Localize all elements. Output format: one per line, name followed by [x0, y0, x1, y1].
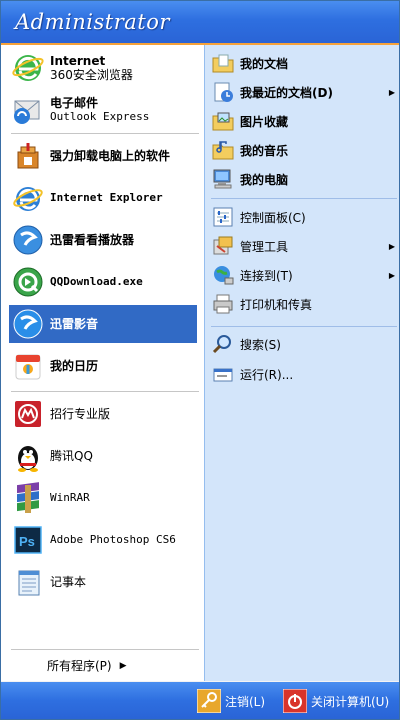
pinned-internet-sub: 360安全浏览器 — [50, 68, 133, 82]
key-icon — [197, 689, 221, 713]
place-my-documents[interactable]: 我的文档 — [211, 50, 397, 76]
tool-search[interactable]: 搜索(S) — [211, 331, 397, 357]
all-programs-button[interactable]: 所有程序(P) ▶ — [47, 657, 127, 674]
logoff-button[interactable]: 注销(L) — [197, 688, 265, 714]
system-admin-tools[interactable]: 管理工具 ▶ — [211, 233, 397, 259]
recent-xunlei-kankan-label: 迅雷看看播放器 — [50, 233, 135, 247]
system-control-panel[interactable]: 控制面板(C) — [211, 204, 397, 230]
tool-search-label: 搜索(S) — [240, 337, 281, 352]
printer-icon — [211, 292, 235, 316]
more-photoshop[interactable]: Ps Adobe Photoshop CS6 — [9, 521, 197, 559]
admin-tools-icon — [211, 234, 235, 258]
separator — [211, 326, 397, 327]
all-programs-label: 所有程序(P) — [47, 659, 112, 673]
pinned-email-sub: Outlook Express — [50, 110, 150, 123]
connect-to-icon — [211, 263, 235, 287]
separator — [11, 391, 199, 392]
ie-icon — [11, 181, 45, 215]
system-printers[interactable]: 打印机和传真 — [211, 291, 397, 317]
ie-green-icon — [11, 51, 45, 85]
more-cmb-label: 招行专业版 — [50, 407, 111, 421]
svg-text:Ps: Ps — [19, 534, 35, 549]
place-my-music[interactable]: 我的音乐 — [211, 137, 397, 163]
my-computer-icon — [211, 167, 235, 191]
pinned-email[interactable]: 电子邮件 Outlook Express — [9, 91, 197, 129]
recent-xunlei-yingyin-label: 迅雷影音 — [50, 317, 99, 331]
notepad-icon — [11, 565, 45, 599]
right-pane: 我的文档 我最近的文档(D) ▶ 图片收藏 我的音乐 我的电脑 控制面板(C) … — [204, 45, 399, 681]
recent-calendar-label: 我的日历 — [50, 359, 99, 373]
qqdownload-icon — [11, 265, 45, 299]
chevron-right-icon: ▶ — [388, 241, 395, 251]
more-notepad[interactable]: 记事本 — [9, 563, 197, 601]
cmb-icon — [11, 397, 45, 431]
more-qq[interactable]: 腾讯QQ — [9, 437, 197, 475]
place-my-computer-label: 我的电脑 — [240, 172, 289, 187]
start-menu-footer: 注销(L) 关闭计算机(U) — [1, 681, 399, 719]
calendar-icon — [11, 349, 45, 383]
recent-ie-label: Internet Explorer — [50, 191, 163, 204]
place-my-pictures-label: 图片收藏 — [240, 114, 289, 129]
chevron-right-icon: ▶ — [388, 270, 395, 280]
chevron-right-icon: ▶ — [388, 87, 395, 97]
recent-docs-icon — [211, 80, 235, 104]
separator — [11, 649, 199, 650]
recent-uninstall[interactable]: 强力卸载电脑上的软件 — [9, 137, 197, 175]
chevron-right-icon: ▶ — [119, 660, 127, 671]
recent-qqdownload-label: QQDownload.exe — [50, 275, 143, 288]
tool-run[interactable]: 运行(R)... — [211, 361, 397, 387]
place-recent-docs-label: 我最近的文档(D) — [240, 85, 333, 100]
start-menu-header: Administrator — [1, 1, 399, 45]
system-connect-to-label: 连接到(T) — [240, 268, 293, 283]
more-qq-label: 腾讯QQ — [50, 449, 93, 463]
user-name: Administrator — [15, 10, 170, 34]
system-connect-to[interactable]: 连接到(T) ▶ — [211, 262, 397, 288]
shutdown-label: 关闭计算机(U) — [311, 694, 390, 709]
place-my-documents-label: 我的文档 — [240, 56, 289, 71]
recent-qqdownload[interactable]: QQDownload.exe — [9, 263, 197, 301]
more-cmb[interactable]: 招行专业版 — [9, 395, 197, 433]
separator — [211, 198, 397, 199]
system-control-panel-label: 控制面板(C) — [240, 210, 306, 225]
control-panel-icon — [211, 205, 235, 229]
more-winrar-label: WinRAR — [50, 491, 90, 504]
power-icon — [283, 689, 307, 713]
winrar-icon — [11, 481, 45, 515]
recent-xunlei-kankan[interactable]: 迅雷看看播放器 — [9, 221, 197, 259]
my-music-icon — [211, 138, 235, 162]
system-admin-tools-label: 管理工具 — [240, 239, 289, 254]
more-notepad-label: 记事本 — [50, 575, 87, 589]
place-my-pictures[interactable]: 图片收藏 — [211, 108, 397, 134]
left-pane: Internet 360安全浏览器 电子邮件 Outlook Express 强力卸… — [1, 45, 204, 681]
more-winrar[interactable]: WinRAR — [9, 479, 197, 517]
run-icon — [211, 362, 235, 386]
separator — [11, 133, 199, 134]
recent-calendar[interactable]: 我的日历 — [9, 347, 197, 385]
my-documents-icon — [211, 51, 235, 75]
uninstall-icon — [11, 139, 45, 173]
search-icon — [211, 332, 235, 356]
system-printers-label: 打印机和传真 — [240, 297, 313, 312]
start-menu: Administrator Internet 360安全浏览器 电子邮件 Outlo… — [0, 0, 400, 720]
qq-penguin-icon — [11, 439, 45, 473]
pinned-internet-label: Internet — [50, 54, 106, 68]
recent-uninstall-label: 强力卸载电脑上的软件 — [50, 149, 171, 163]
photoshop-icon: Ps — [11, 523, 45, 557]
my-pictures-icon — [211, 109, 235, 133]
tool-run-label: 运行(R)... — [240, 367, 294, 382]
shutdown-button[interactable]: 关闭计算机(U) — [283, 688, 389, 714]
email-icon — [11, 93, 45, 127]
recent-xunlei-yingyin[interactable]: 迅雷影音 — [9, 305, 197, 343]
more-photoshop-label: Adobe Photoshop CS6 — [50, 533, 176, 546]
xunlei-yingyin-icon — [11, 307, 45, 341]
place-recent-docs[interactable]: 我最近的文档(D) ▶ — [211, 79, 397, 105]
recent-ie[interactable]: Internet Explorer — [9, 179, 197, 217]
pinned-internet[interactable]: Internet 360安全浏览器 — [9, 49, 197, 87]
xunlei-kankan-icon — [11, 223, 45, 257]
place-my-music-label: 我的音乐 — [240, 143, 289, 158]
logoff-label: 注销(L) — [225, 694, 266, 709]
place-my-computer[interactable]: 我的电脑 — [211, 166, 397, 192]
pinned-email-label: 电子邮件 — [50, 96, 99, 110]
